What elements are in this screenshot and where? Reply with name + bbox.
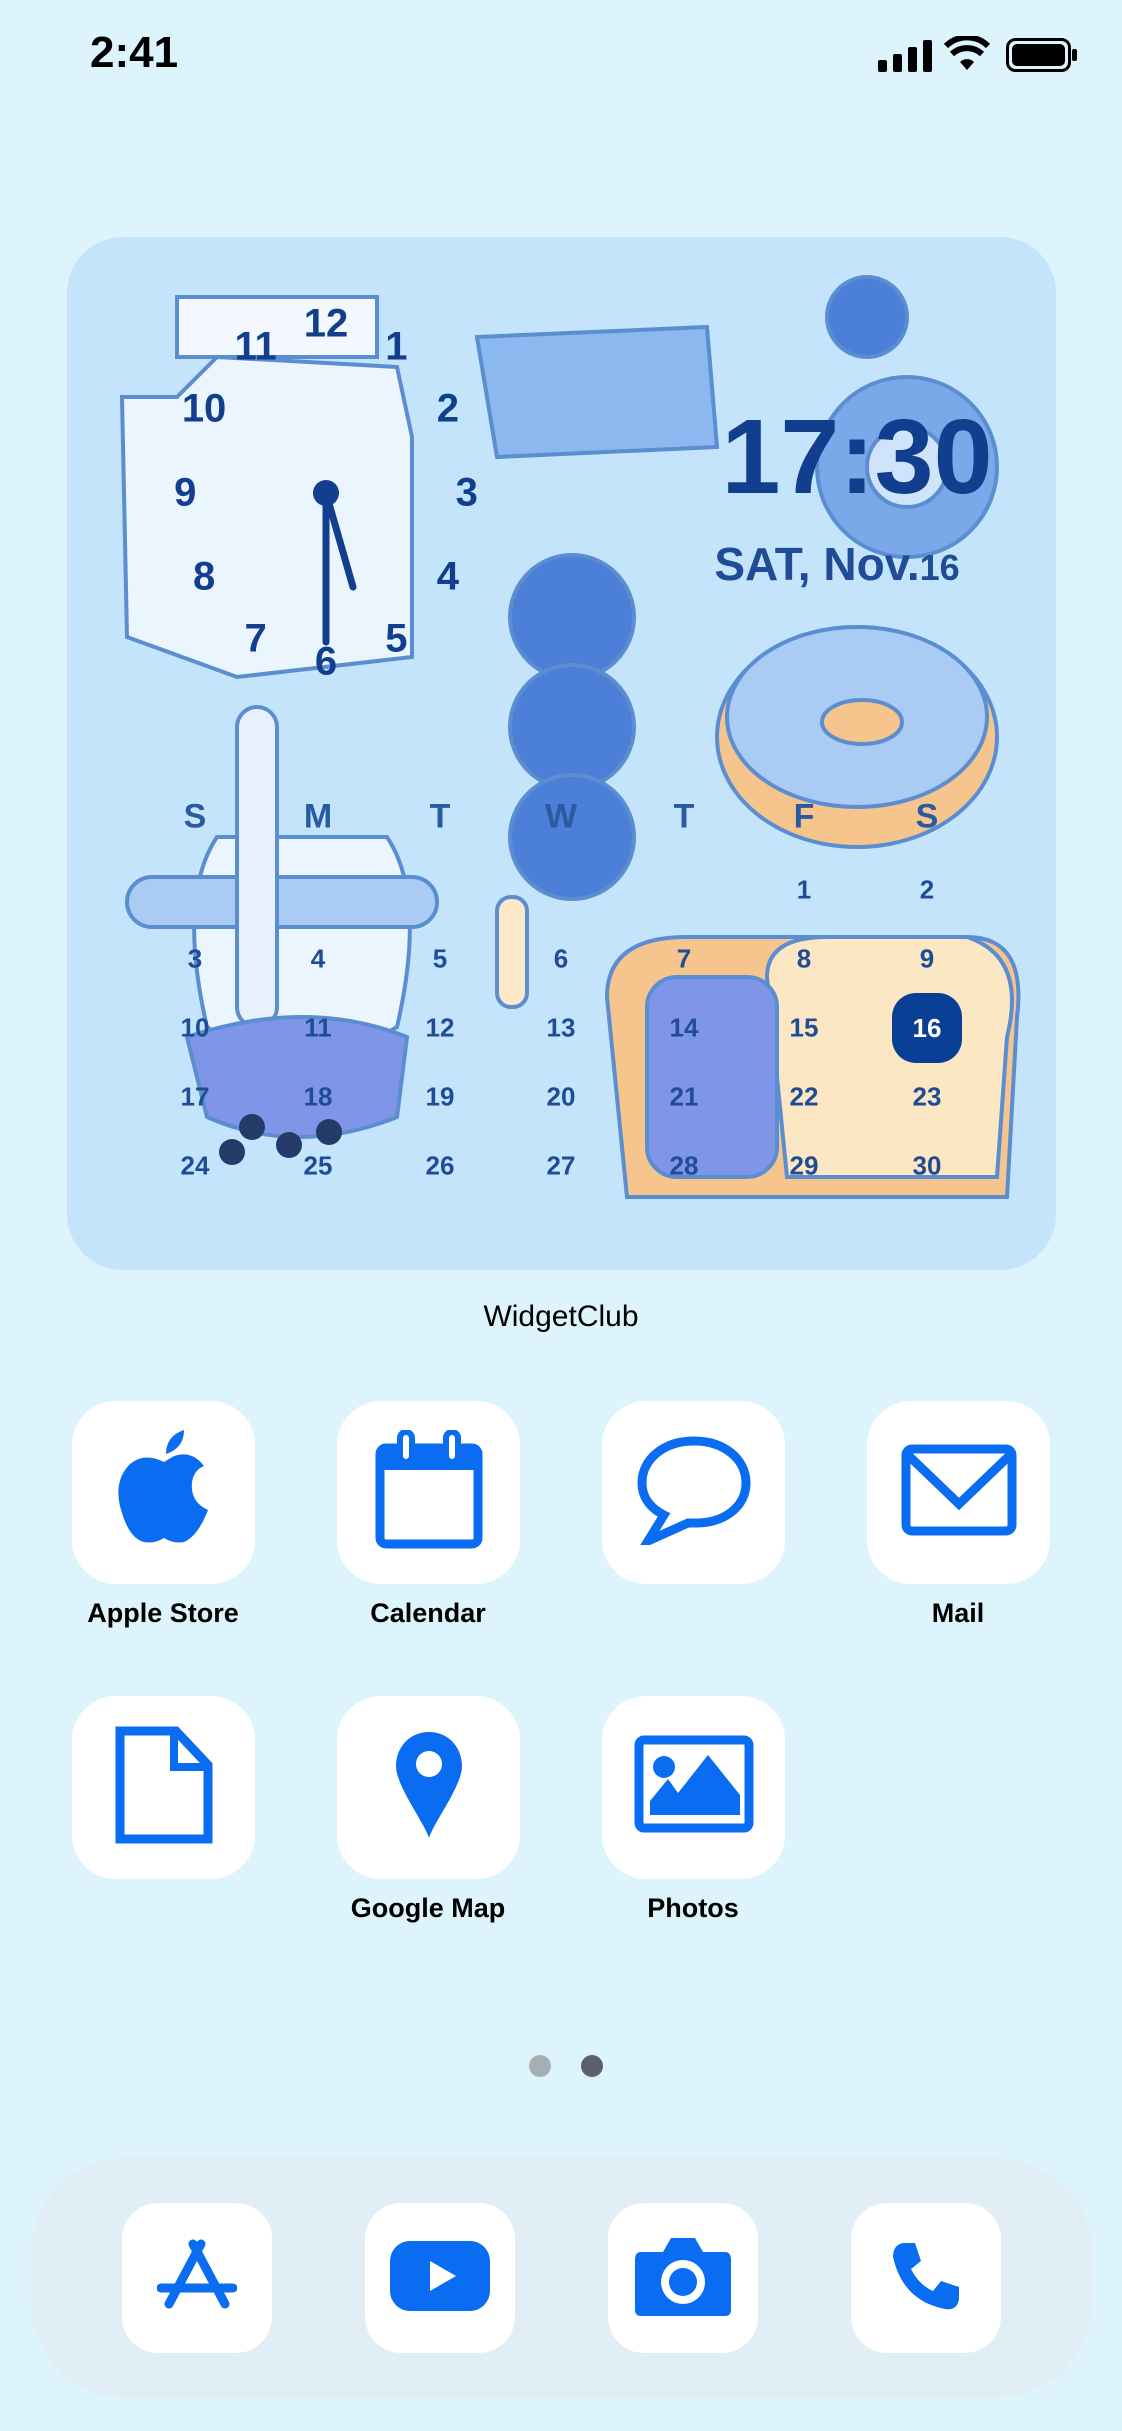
weekday-header: F: [793, 797, 815, 836]
app-apple-store-button[interactable]: [72, 1401, 255, 1584]
app-label: Mail: [931, 1598, 985, 1628]
phone-icon: [889, 2239, 963, 2318]
clock-number: 1: [385, 324, 408, 369]
app-document-button[interactable]: [72, 1696, 255, 1879]
signal-icon: [878, 40, 932, 72]
app-calendar-button[interactable]: [337, 1401, 520, 1584]
app-message-button[interactable]: [602, 1401, 785, 1584]
date-day: 16: [919, 547, 960, 588]
calendar-day[interactable]: 11: [304, 1013, 332, 1044]
page-dot-2[interactable]: [581, 2055, 603, 2077]
apple-icon: [114, 1430, 214, 1555]
weekday-header: T: [673, 797, 695, 836]
calendar-icon: [374, 1429, 484, 1555]
digital-time: 17:30: [721, 398, 993, 516]
clock-number: 6: [314, 639, 338, 684]
clock-center: [313, 480, 339, 506]
calendar-day[interactable]: 13: [547, 1013, 576, 1044]
calendar-day[interactable]: 26: [426, 1151, 455, 1182]
weekday-header: S: [915, 797, 939, 836]
clock-number: 7: [244, 616, 267, 661]
status-time: 2:41: [90, 28, 179, 77]
calendar-day[interactable]: 17: [181, 1082, 210, 1113]
calendar-day[interactable]: 30: [913, 1151, 942, 1182]
weekday-header: W: [544, 797, 578, 836]
page-dot-1[interactable]: [529, 2055, 551, 2077]
calendar-day[interactable]: 14: [670, 1013, 699, 1044]
app-label: Apple Store: [87, 1598, 239, 1628]
dock-phone-button[interactable]: [851, 2203, 1001, 2353]
app-store-icon: [156, 2238, 238, 2319]
message-icon: [634, 1435, 754, 1552]
calendar-day[interactable]: 25: [304, 1151, 333, 1182]
dock-app-store-button[interactable]: [122, 2203, 272, 2353]
date-label: SAT, Nov.16: [627, 537, 1047, 591]
calendar-day[interactable]: 4: [311, 944, 325, 975]
battery-icon: [1006, 38, 1077, 72]
calendar-day[interactable]: 19: [426, 1082, 455, 1113]
clock-number: 3: [455, 470, 478, 515]
calendar-day[interactable]: 27: [547, 1151, 576, 1182]
photo-icon: [634, 1735, 754, 1840]
dock-camera-button[interactable]: [608, 2203, 758, 2353]
wifi-icon: [944, 36, 990, 70]
weekday-header: S: [183, 797, 207, 836]
clock-number: 4: [436, 554, 460, 599]
date-prefix: SAT, Nov.: [714, 538, 920, 590]
dock-youtube-button[interactable]: [365, 2203, 515, 2353]
calendar-day[interactable]: 12: [426, 1013, 455, 1044]
calendar-day[interactable]: 2: [920, 875, 934, 906]
calendar-day[interactable]: 29: [790, 1151, 819, 1182]
app-label: Photos: [647, 1893, 739, 1923]
app-label: Calendar: [370, 1598, 486, 1628]
calendar-day[interactable]: 7: [677, 944, 691, 975]
app-label: Google Map: [350, 1893, 506, 1923]
calendar-day[interactable]: 6: [554, 944, 568, 975]
clock-number: 2: [436, 386, 460, 431]
calendar-day[interactable]: 1: [797, 875, 811, 906]
camera-icon: [633, 2234, 733, 2323]
app-photos-button[interactable]: [602, 1696, 785, 1879]
calendar-day[interactable]: 21: [670, 1082, 699, 1113]
calendar-day[interactable]: 28: [670, 1151, 699, 1182]
calendar-day-today[interactable]: 16: [892, 993, 962, 1063]
calendar-day[interactable]: 24: [181, 1151, 210, 1182]
weekday-header: M: [303, 797, 333, 836]
clock-number: 11: [234, 324, 277, 369]
clock-calendar-widget[interactable]: 12 1 2 3 4 5 6 7 8 9 10 11 17:30 SAT, Nov.16 SMTWTF…: [67, 237, 1056, 1270]
youtube-icon: [390, 2240, 490, 2316]
calendar-day[interactable]: 9: [920, 944, 934, 975]
clock-number: 10: [181, 386, 227, 431]
document-icon: [114, 1725, 214, 1850]
calendar-day[interactable]: 10: [181, 1013, 210, 1044]
calendar-day[interactable]: 20: [547, 1082, 576, 1113]
clock-number: 9: [174, 470, 197, 515]
widget-label: WidgetClub: [483, 1300, 639, 1333]
weekday-header: T: [429, 797, 451, 836]
app-google-map-button[interactable]: [337, 1696, 520, 1879]
app-mail-button[interactable]: [867, 1401, 1050, 1584]
clock-number: 12: [303, 301, 349, 346]
clock-number: 5: [385, 616, 408, 661]
calendar-day[interactable]: 23: [913, 1082, 942, 1113]
calendar-day[interactable]: 8: [797, 944, 811, 975]
mail-icon: [901, 1444, 1017, 1541]
clock-number: 8: [192, 554, 216, 599]
calendar-day[interactable]: 18: [304, 1082, 333, 1113]
calendar-day[interactable]: 22: [790, 1082, 819, 1113]
calendar-day[interactable]: 15: [790, 1013, 819, 1044]
calendar-day[interactable]: 3: [188, 944, 202, 975]
calendar-day[interactable]: 5: [433, 944, 447, 975]
map-pin-icon: [394, 1730, 464, 1845]
